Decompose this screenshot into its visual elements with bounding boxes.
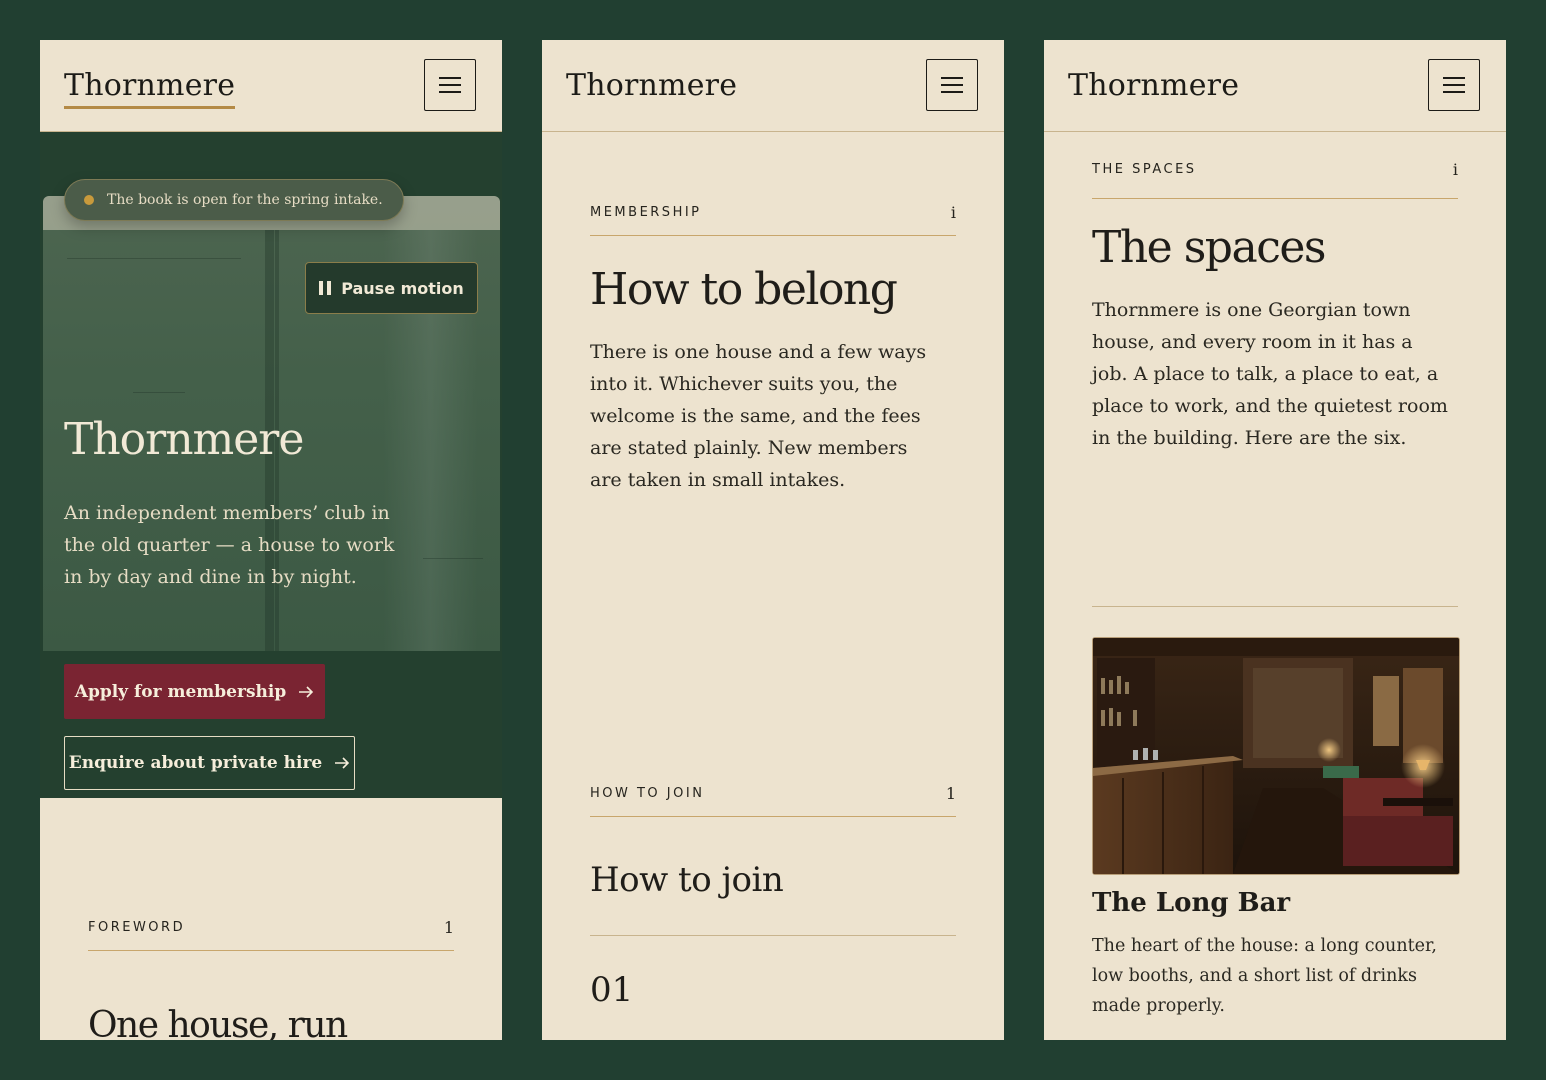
site-header: Thornmere — [542, 40, 1004, 132]
subsection-eyebrow-row: HOW TO JOIN 1 — [590, 784, 956, 817]
divider — [590, 935, 956, 936]
section-eyebrow-row: FOREWORD 1 — [88, 918, 454, 951]
section-eyebrow: FOREWORD — [88, 920, 186, 935]
phone-screen-spaces: Thornmere THE SPACES i The spaces Thornm… — [1044, 40, 1506, 1040]
hamburger-icon — [941, 77, 963, 93]
image-line — [423, 558, 483, 559]
apply-membership-label: Apply for membership — [74, 681, 287, 702]
brand-logo[interactable]: Thornmere — [1068, 66, 1239, 106]
section-number: 1 — [443, 918, 454, 937]
section-eyebrow: THE SPACES — [1092, 162, 1197, 177]
status-dot-icon — [84, 195, 94, 205]
apply-membership-button[interactable]: Apply for membership — [64, 664, 325, 719]
section-eyebrow-row: MEMBERSHIP i — [590, 203, 956, 236]
arrow-right-icon — [335, 757, 350, 769]
card-title[interactable]: The Long Bar — [1092, 888, 1290, 918]
pause-motion-label: Pause motion — [341, 278, 464, 298]
site-header: Thornmere — [1044, 40, 1506, 132]
brand-logo[interactable]: Thornmere — [64, 66, 236, 109]
pause-icon — [319, 281, 332, 295]
brand-logo[interactable]: Thornmere — [566, 66, 737, 106]
menu-button[interactable] — [926, 59, 978, 111]
card-description: The heart of the house: a long counter, … — [1092, 936, 1437, 1016]
subsection-number: 1 — [945, 784, 956, 803]
hamburger-icon — [439, 77, 461, 93]
subsection-eyebrow: HOW TO JOIN — [590, 786, 705, 801]
bar-interior-image — [1093, 638, 1459, 874]
long-bar-photo[interactable] — [1092, 637, 1460, 875]
section-body: There is one house and a few ways into i… — [590, 341, 927, 491]
step-number: 01 — [590, 970, 634, 1010]
hero-section: The book is open for the spring intake. … — [40, 131, 502, 798]
section-eyebrow-row: THE SPACES i — [1092, 160, 1458, 199]
section-title: How to belong — [590, 264, 898, 315]
image-line — [67, 258, 241, 259]
phone-screen-home: Thornmere The book is open for the sprin… — [40, 40, 502, 1040]
hero-description: An independent members’ club in the old … — [64, 502, 395, 588]
pause-motion-button[interactable]: Pause motion — [305, 262, 478, 314]
section-title: One house, run — [88, 1005, 348, 1040]
private-hire-button[interactable]: Enquire about private hire — [64, 736, 355, 790]
section-title: The spaces — [1092, 222, 1326, 273]
hero-title: Thornmere — [64, 414, 304, 465]
section-eyebrow: MEMBERSHIP — [590, 205, 702, 220]
divider — [1092, 606, 1458, 607]
section-body: Thornmere is one Georgian town house, an… — [1092, 299, 1448, 449]
section-number: i — [950, 203, 956, 222]
subsection-title: How to join — [590, 860, 784, 900]
phone-screen-membership: Thornmere MEMBERSHIP i How to belong The… — [542, 40, 1004, 1040]
arrow-right-icon — [299, 685, 314, 698]
site-header: Thornmere — [40, 40, 502, 132]
private-hire-label: Enquire about private hire — [68, 753, 323, 773]
image-line — [133, 392, 185, 393]
announcement-pill[interactable]: The book is open for the spring intake. — [64, 179, 404, 221]
hamburger-icon — [1443, 77, 1465, 93]
section-number: i — [1452, 160, 1458, 179]
announcement-text: The book is open for the spring intake. — [107, 192, 383, 208]
menu-button[interactable] — [1428, 59, 1480, 111]
menu-button[interactable] — [424, 59, 476, 111]
